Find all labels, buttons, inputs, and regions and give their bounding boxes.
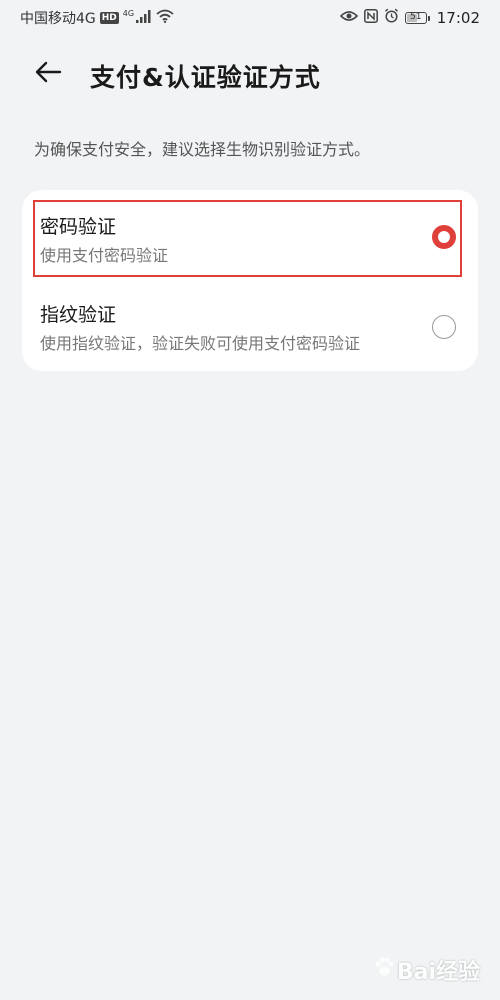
baidu-jingyan-watermark: Bai经验 — [373, 954, 480, 986]
nfc-icon — [363, 8, 378, 27]
status-bar-right: 51 17:02 — [339, 8, 480, 27]
network-type-label: 4G — [122, 8, 135, 18]
status-bar-left: 中国移动4G HD 4G — [20, 8, 174, 28]
alarm-icon — [384, 8, 399, 27]
signal-icon — [136, 9, 152, 27]
wifi-icon — [156, 9, 174, 27]
page-title: 支付&认证验证方式 — [90, 63, 321, 92]
app-bar: 支付&认证验证方式 — [0, 44, 500, 104]
verification-options-card: 密码验证 使用支付密码验证 指纹验证 使用指纹验证，验证失败可使用支付密码验证 — [22, 190, 478, 371]
eye-comfort-icon — [339, 10, 358, 26]
option-description: 使用指纹验证，验证失败可使用支付密码验证 — [40, 334, 361, 353]
back-button[interactable] — [30, 56, 66, 92]
option-fingerprint-verification[interactable]: 指纹验证 使用指纹验证，验证失败可使用支付密码验证 — [22, 282, 478, 368]
status-time: 17:02 — [436, 8, 480, 27]
page-description: 为确保支付安全，建议选择生物识别验证方式。 — [34, 140, 371, 159]
arrow-left-icon — [34, 60, 62, 88]
battery-level-label: 51 — [410, 11, 422, 22]
radio-button-unchecked[interactable] — [432, 315, 456, 339]
option-password-verification[interactable]: 密码验证 使用支付密码验证 — [22, 194, 478, 280]
paw-icon — [373, 956, 395, 984]
option-title: 密码验证 — [40, 216, 117, 238]
option-title: 指纹验证 — [40, 304, 117, 326]
status-bar: 中国移动4G HD 4G 51 17:02 — [0, 0, 500, 34]
radio-button-checked[interactable] — [432, 225, 456, 249]
watermark-text: Bai经验 — [396, 960, 480, 985]
carrier-label: 中国移动4G — [20, 11, 96, 27]
option-description: 使用支付密码验证 — [40, 246, 169, 265]
battery-icon: 51 — [404, 11, 430, 24]
hd-badge: HD — [99, 12, 119, 24]
